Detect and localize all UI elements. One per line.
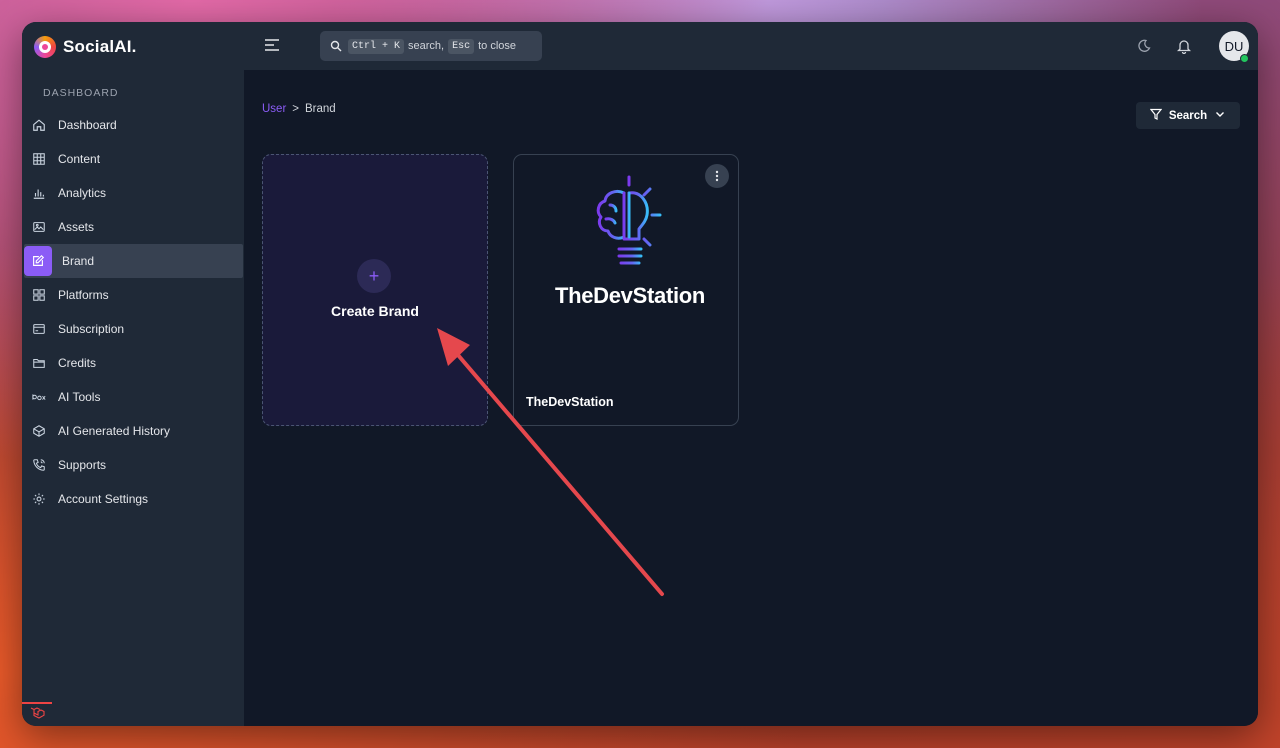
more-options-icon[interactable] — [705, 164, 729, 188]
online-status-dot — [1240, 54, 1249, 63]
sidebar-item-brand[interactable]: Brand — [24, 244, 243, 278]
brand-card-title: TheDevStation — [526, 395, 614, 409]
lightbulb-brain-logo — [596, 175, 662, 265]
sidebar-item-platforms[interactable]: Platforms — [22, 278, 244, 312]
sidebar-section-label: DASHBOARD — [43, 87, 119, 99]
main-content: User > Brand Search + Create Brand TheDe… — [244, 70, 1258, 726]
app-logo — [34, 36, 56, 58]
app-name: SocialAI. — [63, 37, 137, 56]
sidebar-item-label: Brand — [62, 254, 95, 268]
bell-icon[interactable] — [1176, 38, 1192, 55]
menu-toggle-icon[interactable] — [264, 38, 280, 52]
home-icon — [32, 118, 46, 132]
sidebar-item-label: AI Generated History — [58, 424, 171, 438]
cube-icon — [32, 424, 46, 438]
sidebar-item-label: Platforms — [58, 288, 109, 302]
sidebar-item-label: Supports — [58, 458, 107, 472]
filter-icon — [1149, 108, 1163, 123]
app-brand[interactable]: SocialAI. — [34, 36, 137, 58]
folder-icon — [32, 356, 46, 370]
filter-search-button[interactable]: Search — [1136, 102, 1240, 129]
breadcrumb-link-user[interactable]: User — [262, 103, 286, 115]
sidebar: SocialAI. DASHBOARD Dashboard Content An… — [22, 22, 244, 726]
top-bar: Ctrl + K search, Esc to close DU — [244, 22, 1258, 70]
sidebar-item-assets[interactable]: Assets — [22, 210, 244, 244]
credit-card-icon — [32, 322, 46, 336]
sidebar-item-label: Dashboard — [58, 118, 117, 132]
sidebar-item-label: Analytics — [58, 186, 107, 200]
chevron-down-icon — [1214, 108, 1226, 123]
filter-button-label: Search — [1168, 109, 1208, 122]
sidebar-item-label: Assets — [58, 220, 95, 234]
sidebar-item-label: Content — [58, 152, 101, 166]
brand-card[interactable]: TheDevStation TheDevStation — [513, 154, 739, 426]
plus-icon: + — [357, 259, 391, 293]
create-brand-label: Create Brand — [331, 303, 419, 319]
sidebar-item-credits[interactable]: Credits — [22, 346, 244, 380]
dark-mode-icon[interactable] — [1137, 39, 1151, 53]
phone-icon — [32, 458, 46, 472]
sidebar-item-account-settings[interactable]: Account Settings — [22, 482, 244, 516]
breadcrumb: User > Brand — [262, 103, 336, 115]
sidebar-item-subscription[interactable]: Subscription — [22, 312, 244, 346]
shortcut-key-ctrl-k: Ctrl + K — [348, 38, 405, 54]
app-window: SocialAI. DASHBOARD Dashboard Content An… — [22, 22, 1258, 726]
search-hint-text: search, — [408, 40, 445, 52]
laravel-icon — [30, 706, 46, 720]
breadcrumb-current: Brand — [305, 103, 336, 115]
search-icon — [330, 40, 342, 52]
sidebar-item-ai-tools[interactable]: AI Tools — [22, 380, 244, 414]
sidebar-item-content[interactable]: Content — [22, 142, 244, 176]
sidebar-item-label: Credits — [58, 356, 97, 370]
edit-icon — [24, 246, 52, 276]
create-brand-card[interactable]: + Create Brand — [262, 154, 488, 426]
apps-icon — [32, 288, 46, 302]
box-icon — [32, 390, 46, 404]
sidebar-item-supports[interactable]: Supports — [22, 448, 244, 482]
sidebar-item-label: Subscription — [58, 322, 125, 336]
image-icon — [32, 220, 46, 234]
gear-icon — [32, 492, 46, 506]
shortcut-key-esc: Esc — [448, 38, 475, 54]
brand-logo-text: TheDevStation — [554, 283, 706, 308]
sidebar-nav: Dashboard Content Analytics Assets Brand… — [22, 108, 244, 516]
bar-chart-icon — [32, 186, 46, 200]
search-bar[interactable]: Ctrl + K search, Esc to close — [320, 31, 542, 61]
footer-divider — [22, 702, 52, 704]
sidebar-item-analytics[interactable]: Analytics — [22, 176, 244, 210]
grid-icon — [32, 152, 46, 166]
sidebar-item-label: AI Tools — [58, 390, 101, 404]
sidebar-item-label: Account Settings — [58, 492, 149, 506]
search-hint-close-text: to close — [478, 40, 517, 52]
breadcrumb-separator: > — [292, 103, 299, 115]
sidebar-item-ai-generated-history[interactable]: AI Generated History — [22, 414, 244, 448]
sidebar-item-dashboard[interactable]: Dashboard — [22, 108, 244, 142]
